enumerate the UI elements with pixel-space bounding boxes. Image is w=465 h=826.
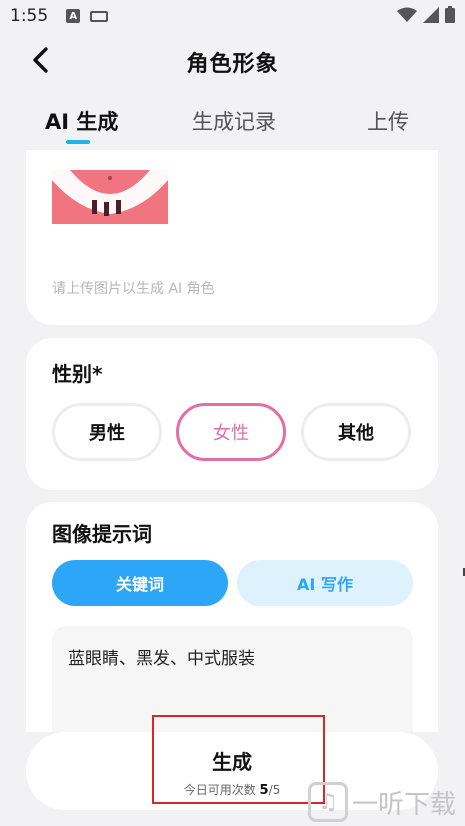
gender-card: 性别* 男性 女性 其他	[26, 338, 438, 490]
tab-ai-generate[interactable]: AI 生成	[45, 106, 118, 136]
page-title: 角色形象	[186, 52, 279, 77]
character-image	[52, 170, 168, 224]
tab-bar: AI 生成 生成记录 上传	[0, 100, 465, 150]
gender-title: 性别*	[52, 362, 103, 386]
annotation-highlight-box	[152, 715, 325, 804]
gender-male-button[interactable]: 男性	[52, 403, 162, 461]
watermark: ♫ 一听下载	[308, 782, 456, 822]
upload-card: 请上传图片以生成 AI 角色	[26, 150, 438, 325]
notification-a-icon: A	[66, 9, 81, 23]
prompt-card: 图像提示词 关键词 AI 写作 蓝眼睛、黑发、中式服装	[26, 502, 438, 732]
signal-icon	[423, 6, 439, 23]
keyboard-icon	[90, 10, 109, 22]
gender-female-button[interactable]: 女性	[176, 403, 286, 461]
tab-generation-history[interactable]: 生成记录	[192, 106, 276, 136]
app-header: 角色形象	[0, 36, 465, 84]
keyword-mode-button[interactable]: 关键词	[52, 560, 228, 606]
upload-hint: 请上传图片以生成 AI 角色	[52, 281, 215, 297]
gender-other-button[interactable]: 其他	[301, 403, 411, 461]
status-time: 1:55	[10, 6, 49, 26]
tab-upload[interactable]: 上传	[367, 106, 409, 136]
watermark-text: 一听下载	[352, 789, 457, 820]
uploaded-image-thumbnail[interactable]	[52, 170, 168, 224]
wifi-icon	[397, 7, 417, 22]
status-bar: 1:55 A	[0, 0, 465, 32]
active-tab-indicator	[66, 140, 90, 144]
ai-writing-mode-button[interactable]: AI 写作	[237, 560, 413, 606]
watermark-logo-icon: ♫	[308, 782, 348, 822]
battery-icon	[445, 6, 455, 23]
prompt-title: 图像提示词	[52, 522, 152, 546]
